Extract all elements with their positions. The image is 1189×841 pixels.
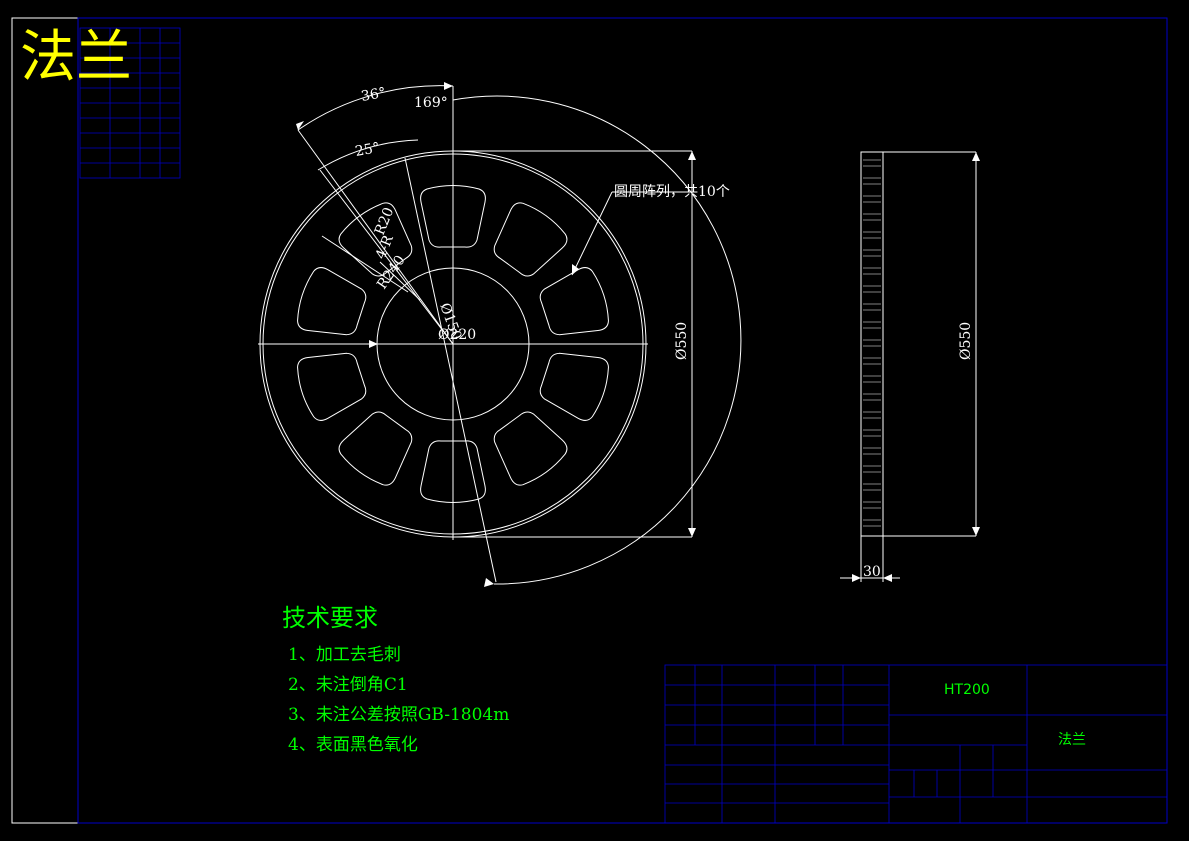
dim-d550-label: Ø550 [674,322,690,360]
thickness-label: 30 [863,564,881,580]
side-view [840,151,977,582]
pocket [297,267,367,336]
dim-25-label: 25° [354,140,381,160]
pocket [539,267,609,336]
inner-frame [77,17,1168,824]
tech-item-1: 1、加工去毛刺 [288,645,401,665]
pocket [493,411,568,486]
pocket [338,411,413,486]
title-block [664,664,1168,824]
dim-36-label: 36° [360,85,387,105]
outer-frame [11,17,1168,824]
pocket [539,352,609,421]
side-body [860,151,884,537]
cad-drawing: 法兰 36° 25° 169° R20 4-R R240 Ø150 Ø220 Ø… [11,17,1168,824]
pocket [493,202,568,277]
arc-169 [452,95,742,585]
front-view [258,85,742,585]
dim-r20-label: R20 [372,205,397,237]
tech-item-4: 4、表面黑色氧化 [288,735,418,755]
drawing-title: 法兰 [20,25,132,90]
side-d550-label: Ø550 [958,322,974,360]
part-name-label: 法兰 [1058,732,1086,748]
dim-d220-label: Ø220 [438,327,476,343]
side-arrowheads [852,152,980,582]
side-hidden-lines [863,159,881,527]
array-leader [571,191,613,276]
dim-169-label: 169° [414,95,448,111]
material-label: HT200 [944,682,990,698]
tech-heading: 技术要求 [282,604,378,632]
tech-item-3: 3、未注公差按照GB-1804m [288,705,509,725]
array-note: 圆周阵列，共10个 [614,184,730,200]
pocket [297,352,367,421]
tech-item-2: 2、未注倒角C1 [288,675,408,695]
